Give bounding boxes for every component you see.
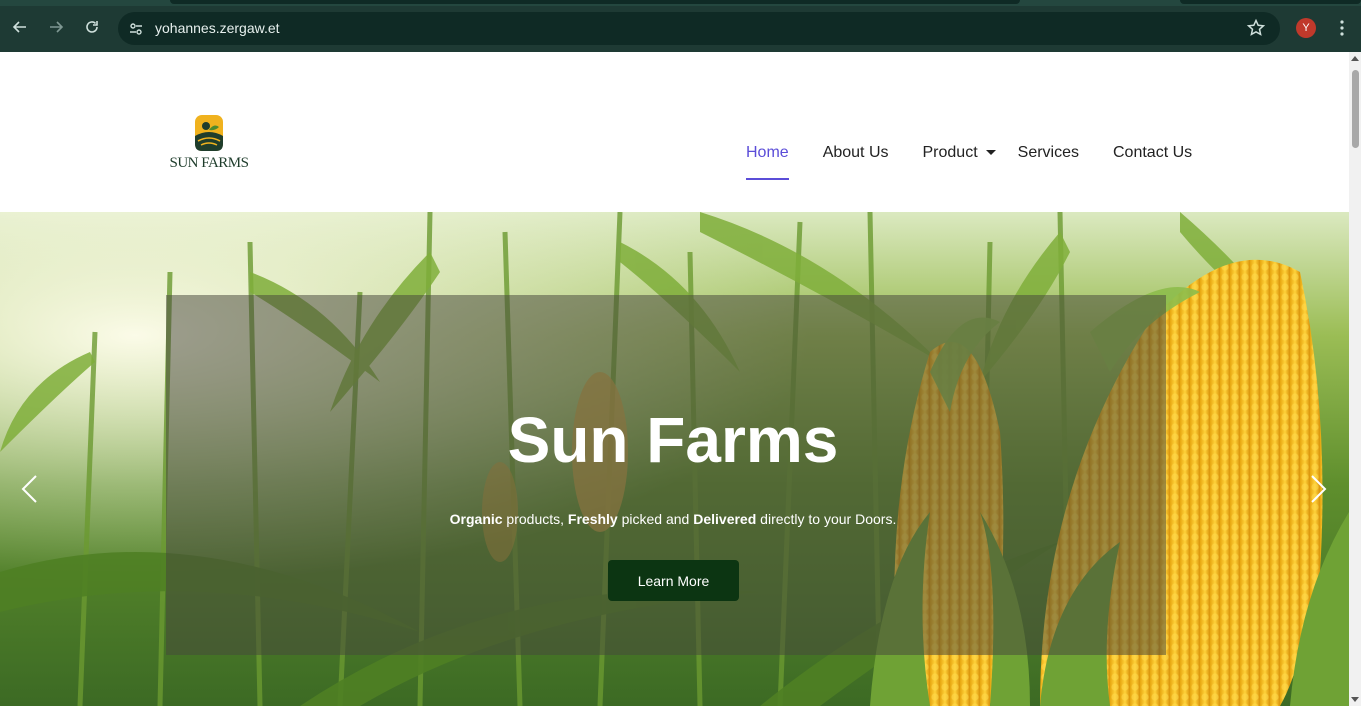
learn-more-button[interactable]: Learn More: [608, 560, 739, 601]
nav-contact-label: Contact Us: [1113, 144, 1193, 161]
profile-avatar[interactable]: Y: [1296, 18, 1316, 38]
page-scrollbar[interactable]: [1349, 52, 1361, 706]
tagline-part: picked and: [617, 511, 694, 527]
main-navigation: Home About Us Product Services Contact U…: [746, 144, 1226, 184]
browser-toolbar: yohannes.zergaw.et Y: [0, 0, 1361, 52]
arrow-left-icon: [12, 21, 26, 33]
nav-home-label: Home: [746, 144, 789, 161]
nav-about-us[interactable]: About Us: [823, 144, 889, 180]
back-button[interactable]: [9, 16, 31, 38]
logo-text: SUN FARMS: [169, 155, 249, 171]
chevron-right-icon: [1311, 475, 1327, 503]
arrow-right-icon: [50, 21, 64, 33]
nav-product[interactable]: Product: [923, 144, 996, 180]
nav-product-label: Product: [922, 144, 978, 161]
scrollbar-thumb[interactable]: [1352, 70, 1359, 148]
tagline-delivered: Delivered: [693, 511, 757, 527]
carousel-next-button[interactable]: [1305, 474, 1331, 504]
tagline-organic: Organic: [449, 511, 503, 527]
nav-home[interactable]: Home: [746, 144, 789, 180]
sun-farms-logo-icon: [195, 115, 223, 151]
nav-services[interactable]: Services: [1018, 144, 1079, 180]
url-text[interactable]: yohannes.zergaw.et: [155, 20, 280, 36]
tab-strip: [0, 0, 1361, 6]
caret-down-icon: [985, 150, 996, 155]
hero-title: Sun Farms: [507, 404, 839, 476]
scroll-down-icon[interactable]: [1351, 697, 1359, 702]
reload-icon: [86, 21, 98, 33]
tagline-freshly: Freshly: [567, 511, 618, 527]
tune-icon[interactable]: [126, 19, 146, 39]
star-icon[interactable]: [1246, 18, 1266, 38]
tagline-part: products,: [502, 511, 568, 527]
hero-tagline: Organic products, Freshly picked and Del…: [166, 511, 1180, 527]
web-page: SUN FARMS Home About Us Product Services…: [0, 52, 1349, 706]
hero-caption-panel: Sun Farms Organic products, Freshly pick…: [166, 295, 1166, 655]
address-bar[interactable]: yohannes.zergaw.et: [118, 12, 1280, 45]
tab-inactive[interactable]: [1180, 0, 1361, 4]
scroll-up-icon[interactable]: [1351, 56, 1359, 61]
forward-button[interactable]: [45, 16, 67, 38]
reload-button[interactable]: [81, 16, 103, 38]
nav-contact-us[interactable]: Contact Us: [1113, 144, 1192, 180]
tab-active[interactable]: [170, 0, 1020, 4]
nav-about-label: About Us: [822, 144, 889, 161]
carousel-prev-button[interactable]: [17, 474, 43, 504]
more-vert-icon[interactable]: [1334, 18, 1350, 38]
hero-carousel: Sun Farms Organic products, Freshly pick…: [0, 212, 1349, 706]
nav-services-label: Services: [1017, 144, 1079, 161]
tagline-part: directly to your Doors.: [756, 511, 897, 527]
site-logo[interactable]: SUN FARMS: [166, 114, 252, 176]
chevron-left-icon: [21, 475, 37, 503]
